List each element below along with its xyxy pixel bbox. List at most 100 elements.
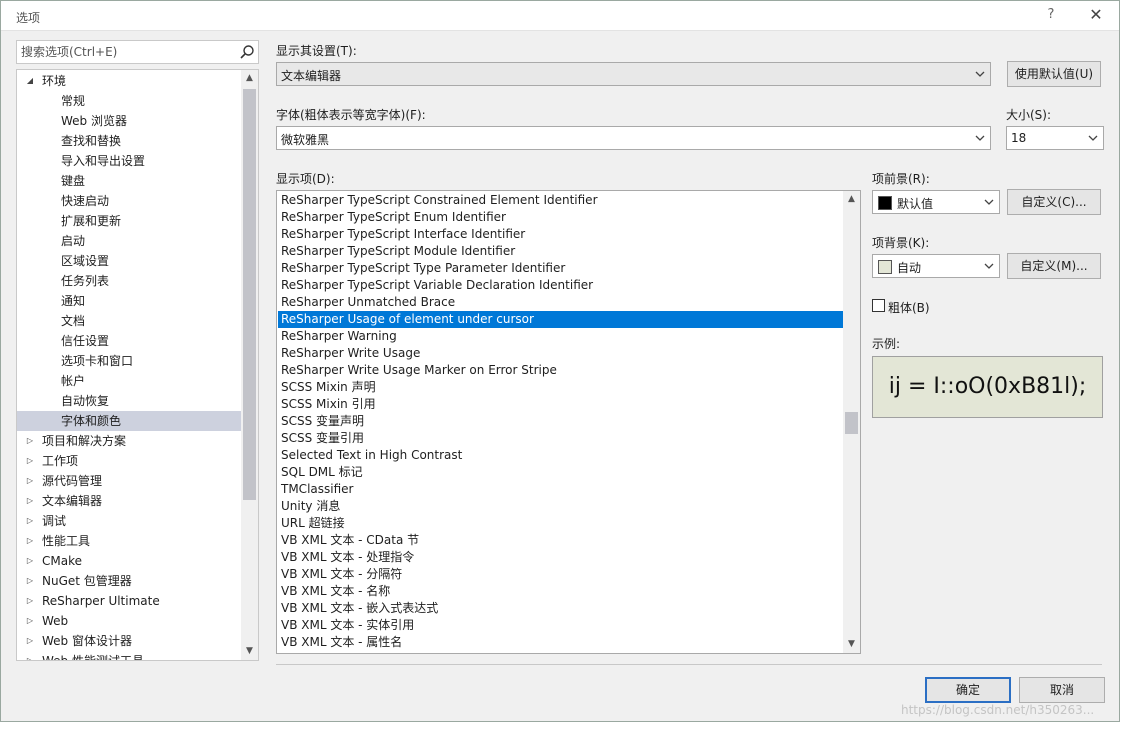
tree-item[interactable]: ▷ 项目和解决方案 [17,431,241,451]
search-box[interactable] [16,40,259,64]
show-settings-combo[interactable]: 文本编辑器 [276,62,991,86]
collapsed-arrow-icon[interactable]: ▷ [24,631,36,651]
display-item[interactable]: TMClassifier [278,481,843,498]
tree-item[interactable]: 扩展和更新 [17,211,241,231]
display-item[interactable]: Unity 消息 [278,498,843,515]
collapsed-arrow-icon[interactable]: ▷ [24,431,36,451]
tree-item[interactable]: 自动恢复 [17,391,241,411]
display-item[interactable]: VB XML 文本 - 属性名 [278,634,843,651]
collapsed-arrow-icon[interactable]: ▷ [24,511,36,531]
tree-item[interactable]: ◢ 环境 [17,71,241,91]
tree-item-label: 导入和导出设置 [61,154,146,168]
display-item[interactable]: ReSharper TypeScript Interface Identifie… [278,226,843,243]
close-button[interactable]: ✕ [1083,5,1109,27]
foreground-combo[interactable]: 默认值 [872,190,1000,214]
collapsed-arrow-icon[interactable]: ▷ [24,591,36,611]
display-item[interactable]: VB XML 文本 - 嵌入式表达式 [278,600,843,617]
cancel-button[interactable]: 取消 [1019,677,1105,703]
tree-scrollbar[interactable]: ▲ ▼ [241,70,258,660]
tree-item[interactable]: ▷ Web 窗体设计器 [17,631,241,651]
display-item[interactable]: VB XML 文本 - 处理指令 [278,549,843,566]
tree-item[interactable]: 信任设置 [17,331,241,351]
tree-item[interactable]: 文档 [17,311,241,331]
collapsed-arrow-icon[interactable]: ▷ [24,531,36,551]
foreground-custom-button[interactable]: 自定义(C)... [1007,189,1101,215]
collapsed-arrow-icon[interactable]: ▷ [24,491,36,511]
tree-item[interactable]: 导入和导出设置 [17,151,241,171]
tree-item[interactable]: 常规 [17,91,241,111]
help-button[interactable]: ? [1041,7,1061,25]
tree-item[interactable]: Web 浏览器 [17,111,241,131]
collapsed-arrow-icon[interactable]: ▷ [24,611,36,631]
tree-item[interactable]: 区域设置 [17,251,241,271]
expanded-arrow-icon[interactable]: ◢ [24,71,36,91]
bold-checkbox[interactable] [872,299,885,312]
display-item[interactable]: Selected Text in High Contrast [278,447,843,464]
bold-label[interactable]: 粗体(B) [888,299,930,316]
display-item[interactable]: ReSharper TypeScript Module Identifier [278,243,843,260]
scroll-thumb[interactable] [243,89,256,500]
tree-item[interactable]: 字体和颜色 [17,411,241,431]
collapsed-arrow-icon[interactable]: ▷ [24,651,36,660]
foreground-label: 项前景(R): [872,172,930,186]
collapsed-arrow-icon[interactable]: ▷ [24,571,36,591]
tree-item-label: 环境 [42,74,67,88]
scroll-thumb[interactable] [845,412,858,434]
tree-item[interactable]: 选项卡和窗口 [17,351,241,371]
ok-button[interactable]: 确定 [925,677,1011,703]
tree-item[interactable]: 键盘 [17,171,241,191]
tree-item[interactable]: ▷ 工作项 [17,451,241,471]
display-item[interactable]: ReSharper Usage of element under cursor [278,311,843,328]
display-item[interactable]: ReSharper Warning [278,328,843,345]
size-combo[interactable]: 18 [1006,126,1104,150]
tree-item[interactable]: 快速启动 [17,191,241,211]
tree-item[interactable]: 查找和替换 [17,131,241,151]
scroll-down-icon[interactable]: ▼ [843,636,860,653]
tree-item[interactable]: 启动 [17,231,241,251]
tree-item[interactable]: ▷ CMake [17,551,241,571]
display-item[interactable]: SQL DML 标记 [278,464,843,481]
tree-item[interactable]: ▷ 调试 [17,511,241,531]
scroll-up-icon[interactable]: ▲ [241,70,258,87]
display-item[interactable]: ReSharper TypeScript Variable Declaratio… [278,277,843,294]
background-combo[interactable]: 自动 [872,254,1000,278]
use-defaults-button[interactable]: 使用默认值(U) [1007,61,1101,87]
collapsed-arrow-icon[interactable]: ▷ [24,471,36,491]
collapsed-arrow-icon[interactable]: ▷ [24,551,36,571]
search-icon[interactable] [239,44,255,60]
display-item[interactable]: ReSharper Write Usage [278,345,843,362]
display-item[interactable]: SCSS 变量引用 [278,430,843,447]
tree-item[interactable]: ▷ ReSharper Ultimate [17,591,241,611]
display-item[interactable]: SCSS Mixin 声明 [278,379,843,396]
display-item[interactable]: URL 超链接 [278,515,843,532]
tree-item[interactable]: ▷ Web [17,611,241,631]
display-item[interactable]: VB XML 文本 - 实体引用 [278,617,843,634]
foreground-value: 默认值 [897,197,934,211]
display-item[interactable]: VB XML 文本 - 分隔符 [278,566,843,583]
scroll-down-icon[interactable]: ▼ [241,643,258,660]
tree-item-label: ReSharper Ultimate [42,594,160,608]
font-combo[interactable]: 微软雅黑 [276,126,991,150]
display-item[interactable]: VB XML 文本 - CData 节 [278,532,843,549]
tree-item[interactable]: 通知 [17,291,241,311]
background-custom-button[interactable]: 自定义(M)... [1007,253,1101,279]
search-input[interactable] [21,42,231,62]
tree-item[interactable]: 帐户 [17,371,241,391]
tree-item[interactable]: ▷ NuGet 包管理器 [17,571,241,591]
list-scrollbar[interactable]: ▲ ▼ [843,191,860,653]
display-item[interactable]: VB XML 文本 - 名称 [278,583,843,600]
display-item[interactable]: SCSS 变量声明 [278,413,843,430]
tree-item[interactable]: ▷ 源代码管理 [17,471,241,491]
tree-item[interactable]: ▷ 性能工具 [17,531,241,551]
display-item[interactable]: ReSharper TypeScript Type Parameter Iden… [278,260,843,277]
display-item[interactable]: ReSharper TypeScript Constrained Element… [278,192,843,209]
display-item[interactable]: ReSharper Write Usage Marker on Error St… [278,362,843,379]
tree-item[interactable]: ▷ 文本编辑器 [17,491,241,511]
display-item[interactable]: ReSharper TypeScript Enum Identifier [278,209,843,226]
display-item[interactable]: ReSharper Unmatched Brace [278,294,843,311]
tree-item[interactable]: 任务列表 [17,271,241,291]
display-item[interactable]: SCSS Mixin 引用 [278,396,843,413]
scroll-up-icon[interactable]: ▲ [843,191,860,208]
collapsed-arrow-icon[interactable]: ▷ [24,451,36,471]
tree-item[interactable]: ▷ Web 性能测试工具 [17,651,241,660]
